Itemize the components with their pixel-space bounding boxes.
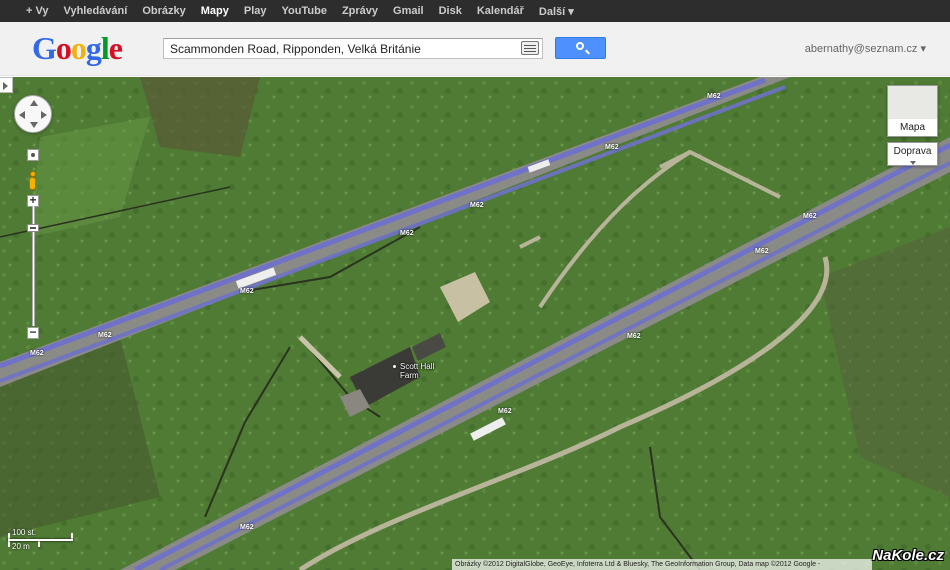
zoom-slider-handle[interactable] <box>27 224 39 232</box>
keyboard-icon[interactable] <box>521 41 539 55</box>
map-type-toggle[interactable]: Mapa <box>887 85 938 137</box>
collapse-panel-button[interactable] <box>0 77 13 93</box>
google-bar-nav: + Vy Vyhledávání Obrázky Mapy Play YouTu… <box>0 0 950 22</box>
place-label[interactable]: Scott Hall Farm <box>400 362 440 380</box>
satellite-imagery <box>0 77 950 570</box>
road-label-m62: M62 <box>240 288 254 295</box>
road-label-m62: M62 <box>707 93 721 100</box>
road-label-m62: M62 <box>755 248 769 255</box>
account-email[interactable]: abernathy@seznam.cz ▾ <box>805 42 926 55</box>
search-icon <box>576 42 584 50</box>
nav-maps[interactable]: Mapy <box>201 5 229 17</box>
pan-up-icon[interactable] <box>30 100 38 106</box>
road-label-m62: M62 <box>627 333 641 340</box>
search-input[interactable]: Scammonden Road, Ripponden, Velká Britán… <box>163 38 543 59</box>
scale-metric: 20 m <box>12 542 30 551</box>
header: Google Scammonden Road, Ripponden, Velká… <box>0 22 950 76</box>
road-label-m62: M62 <box>803 213 817 220</box>
watermark: NaKole.cz <box>872 547 944 564</box>
pan-down-icon[interactable] <box>30 122 38 128</box>
scale-imperial: 100 st. <box>12 528 37 537</box>
nav-play[interactable]: Play <box>244 5 267 17</box>
zoom-out-button[interactable]: − <box>27 326 39 339</box>
nav-search[interactable]: Vyhledávání <box>64 5 128 17</box>
google-bar: + Vy Vyhledávání Obrázky Mapy Play YouTu… <box>0 0 950 22</box>
map-type-label: Mapa <box>888 119 937 136</box>
scale-bar: 100 st. 20 m <box>8 528 73 552</box>
nav-plus-you[interactable]: + Vy <box>26 5 49 17</box>
road-label-m62: M62 <box>30 350 44 357</box>
road-label-m62: M62 <box>498 408 512 415</box>
search-button[interactable] <box>555 37 606 59</box>
nav-images[interactable]: Obrázky <box>142 5 185 17</box>
copyright-notice: Obrázky ©2012 DigitalGlobe, GeoEye, Info… <box>452 559 872 570</box>
road-label-m62: M62 <box>605 144 619 151</box>
nav-news[interactable]: Zprávy <box>342 5 378 17</box>
road-label-m62: M62 <box>240 524 254 531</box>
satellite-map[interactable]: M62 M62 M62 M62 M62 M62 M62 M62 M62 M62 … <box>0 77 950 570</box>
road-label-m62: M62 <box>98 332 112 339</box>
pan-control[interactable] <box>14 95 52 133</box>
place-marker-icon[interactable] <box>392 364 397 369</box>
nav-youtube[interactable]: YouTube <box>282 5 327 17</box>
pan-left-icon[interactable] <box>19 111 25 119</box>
nav-gmail[interactable]: Gmail <box>393 5 424 17</box>
road-label-m62: M62 <box>400 230 414 237</box>
google-logo[interactable]: Google <box>32 31 123 65</box>
nav-more[interactable]: Další ▾ <box>539 5 574 18</box>
pegman-icon[interactable] <box>28 171 37 191</box>
nav-calendar[interactable]: Kalendář <box>477 5 524 17</box>
reset-view-button[interactable] <box>27 149 39 161</box>
road-label-m62: M62 <box>470 202 484 209</box>
traffic-layer-button[interactable]: Doprava <box>887 142 938 166</box>
pan-right-icon[interactable] <box>41 111 47 119</box>
nav-drive[interactable]: Disk <box>439 5 462 17</box>
